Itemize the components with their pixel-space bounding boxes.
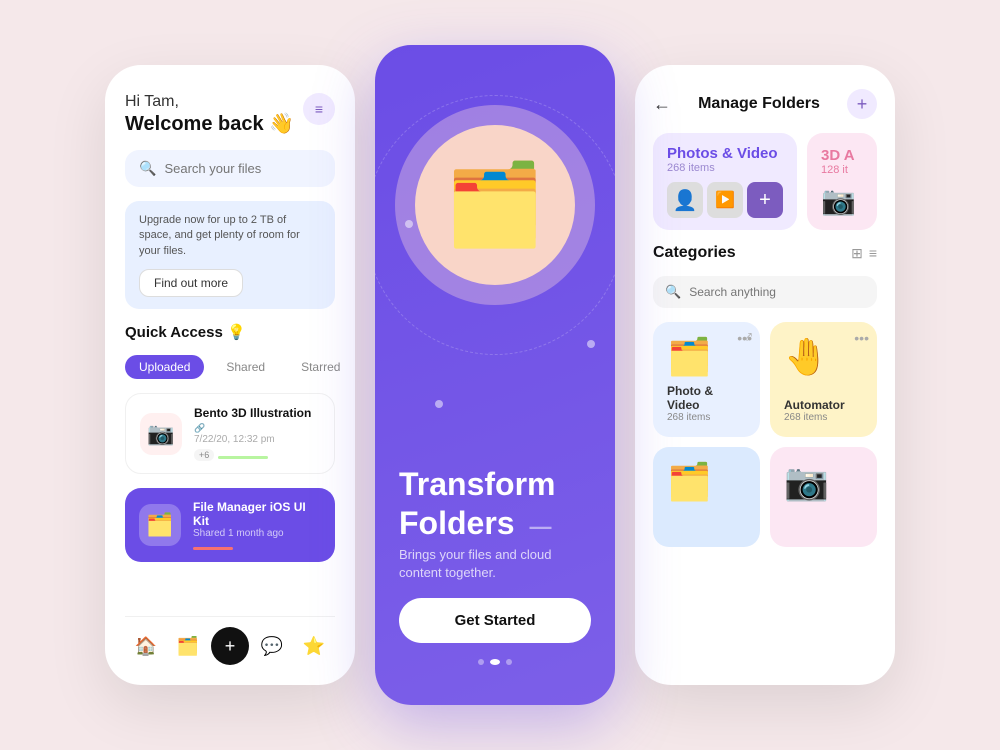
- carousel-dot-3: [506, 659, 512, 665]
- categories-title: Categories: [653, 244, 736, 262]
- threed-card[interactable]: 3D A 128 it 📷: [807, 133, 877, 230]
- screen2: 🗂️ Transform Folders — Brings your files…: [375, 45, 615, 705]
- cat-card-photo-video[interactable]: ⤤ 🗂️ Photo & Video 268 items •••: [653, 322, 760, 437]
- transform-title-line1: Transform: [399, 467, 591, 502]
- dash-deco: —: [529, 514, 551, 539]
- find-out-button[interactable]: Find out more: [139, 269, 243, 297]
- file-icon-folder: 🗂️: [139, 504, 181, 546]
- search-icon: 🔍: [139, 160, 156, 177]
- thumb-person: 👤: [667, 182, 703, 218]
- category-search[interactable]: 🔍: [653, 276, 877, 308]
- photos-video-card[interactable]: Photos & Video 268 items 👤 ▶️ +: [653, 133, 797, 230]
- transform-title-line2: Folders —: [399, 506, 591, 541]
- file-card-kit[interactable]: 🗂️ File Manager iOS UI Kit Shared 1 mont…: [125, 488, 335, 562]
- photos-thumbs: 👤 ▶️ +: [667, 182, 783, 218]
- threed-icon: 📷: [821, 184, 863, 217]
- threed-card-title: 3D A: [821, 147, 863, 164]
- upgrade-box: Upgrade now for up to 2 TB of space, and…: [125, 201, 335, 309]
- screen3: ← Manage Folders + Photos & Video 268 it…: [635, 65, 895, 685]
- greeting-welcome: Welcome back 👋: [125, 111, 294, 136]
- thumb-play: ▶️: [707, 182, 743, 218]
- quick-access-title: Quick Access 💡: [125, 323, 335, 341]
- hero-text: Transform Folders — Brings your files an…: [399, 467, 591, 582]
- file-meta-bento: 7/22/20, 12:32 pm: [194, 434, 320, 445]
- file-name-bento: Bento 3D Illustration 🔗: [194, 406, 320, 434]
- nav-files[interactable]: 🗂️: [169, 627, 207, 665]
- s3-search-icon: 🔍: [665, 284, 681, 300]
- cat-card-automator[interactable]: 🤚 Automator 268 items •••: [770, 322, 877, 437]
- screen1-header: Hi Tam, Welcome back 👋 ≡: [125, 93, 335, 136]
- tab-row: Uploaded Shared Starred: [125, 355, 335, 379]
- folder-cards-row: Photos & Video 268 items 👤 ▶️ + 3: [653, 133, 877, 230]
- threed-card-info: 3D A 128 it 📷: [821, 147, 863, 217]
- file-extras-kit: [193, 543, 321, 550]
- search-box[interactable]: 🔍: [125, 150, 335, 187]
- category-search-input[interactable]: [689, 285, 844, 299]
- s3-header: ← Manage Folders +: [653, 89, 877, 119]
- greeting-block: Hi Tam, Welcome back 👋: [125, 93, 294, 136]
- tab-uploaded[interactable]: Uploaded: [125, 355, 204, 379]
- cat-icon-4: 📷: [784, 461, 863, 503]
- back-button[interactable]: ←: [653, 94, 671, 115]
- file-icon-camera: 📷: [140, 413, 182, 455]
- screen1: Hi Tam, Welcome back 👋 ≡ 🔍 Upgrade now f…: [105, 65, 355, 685]
- transform-subtitle: Brings your files and cloud content toge…: [399, 546, 591, 582]
- bottom-nav: 🏠 🗂️ + 💬 ⭐: [125, 616, 335, 665]
- deco-dot-2: [587, 340, 595, 348]
- cat-icon-automator: 🤚: [784, 336, 863, 378]
- categories-header: Categories ⊞ ≡: [653, 244, 877, 262]
- file-extras-bento: +6: [194, 449, 320, 461]
- file-info-bento: Bento 3D Illustration 🔗 7/22/20, 12:32 p…: [194, 406, 320, 461]
- cat-more-automator[interactable]: •••: [854, 330, 869, 346]
- menu-icon: ≡: [315, 101, 323, 117]
- search-input[interactable]: [164, 161, 321, 176]
- screens-container: Hi Tam, Welcome back 👋 ≡ 🔍 Upgrade now f…: [0, 0, 1000, 750]
- cat-icon-photo: 🗂️: [667, 336, 746, 378]
- folder-circle-outer: 🗂️: [395, 105, 595, 305]
- view-toggle: ⊞ ≡: [851, 245, 877, 262]
- file-name-kit: File Manager iOS UI Kit: [193, 500, 321, 528]
- cat-card-3[interactable]: 🗂️: [653, 447, 760, 547]
- cat-label-automator: Automator 268 items: [784, 398, 863, 423]
- categories-grid: ⤤ 🗂️ Photo & Video 268 items ••• 🤚 Autom…: [653, 322, 877, 547]
- photos-card-title: Photos & Video: [667, 145, 783, 162]
- list-view-icon[interactable]: ≡: [869, 245, 877, 262]
- nav-home[interactable]: 🏠: [127, 627, 165, 665]
- file-meta-kit: Shared 1 month ago: [193, 528, 321, 539]
- cat-label-photo: Photo & Video 268 items: [667, 384, 746, 423]
- carousel-dots: [478, 659, 512, 665]
- cat-more-photo[interactable]: •••: [737, 330, 752, 346]
- threed-card-count: 128 it: [821, 164, 863, 176]
- menu-button[interactable]: ≡: [303, 93, 335, 125]
- thumb-add[interactable]: +: [747, 182, 783, 218]
- nav-add[interactable]: +: [211, 627, 249, 665]
- photos-card-info: Photos & Video 268 items 👤 ▶️ +: [667, 145, 783, 218]
- greeting-hi: Hi Tam,: [125, 93, 294, 111]
- progress-bar-bento: [218, 456, 268, 459]
- grid-view-icon[interactable]: ⊞: [851, 245, 863, 262]
- add-folder-button[interactable]: +: [847, 89, 877, 119]
- deco-dot-1: [405, 220, 413, 228]
- get-started-button[interactable]: Get Started: [399, 598, 591, 643]
- file-info-kit: File Manager iOS UI Kit Shared 1 month a…: [193, 500, 321, 550]
- carousel-dot-2[interactable]: [490, 659, 500, 665]
- tab-starred[interactable]: Starred: [287, 355, 354, 379]
- deco-dot-3: [435, 400, 443, 408]
- cat-icon-3: 🗂️: [667, 461, 746, 503]
- photos-card-count: 268 items: [667, 162, 783, 174]
- cat-card-4[interactable]: 📷: [770, 447, 877, 547]
- folder-3d-icon: 🗂️: [445, 158, 545, 252]
- tab-shared[interactable]: Shared: [212, 355, 279, 379]
- progress-bar-kit: [193, 547, 233, 550]
- nav-star[interactable]: ⭐: [295, 627, 333, 665]
- upgrade-text: Upgrade now for up to 2 TB of space, and…: [139, 213, 321, 259]
- s3-title: Manage Folders: [698, 95, 820, 113]
- carousel-dot-1: [478, 659, 484, 665]
- nav-chat[interactable]: 💬: [253, 627, 291, 665]
- folder-circle-inner: 🗂️: [415, 125, 575, 285]
- file-card-bento[interactable]: 📷 Bento 3D Illustration 🔗 7/22/20, 12:32…: [125, 393, 335, 474]
